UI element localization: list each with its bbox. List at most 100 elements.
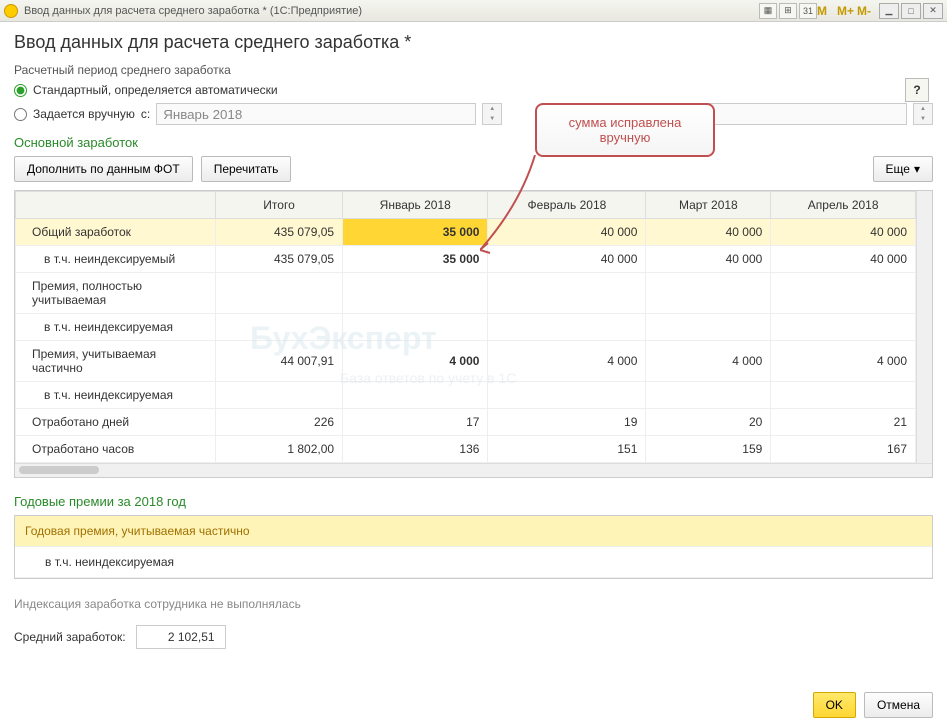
minimize-button[interactable]: ▁ <box>879 3 899 19</box>
table-cell[interactable]: 167 <box>771 436 916 463</box>
table-cell[interactable]: 1 802,00 <box>216 436 343 463</box>
table-cell[interactable]: 40 000 <box>646 246 771 273</box>
table-cell[interactable]: 435 079,05 <box>216 219 343 246</box>
table-row[interactable]: в т.ч. неиндексируемый435 079,0535 00040… <box>16 246 916 273</box>
radio-auto-label: Стандартный, определяется автоматически <box>33 83 278 97</box>
table-cell[interactable]: 40 000 <box>771 219 916 246</box>
period-label: Расчетный период среднего заработка <box>14 63 933 77</box>
calculator-icon[interactable]: ⊞ <box>779 3 797 19</box>
table-header: Апрель 2018 <box>771 192 916 219</box>
calendar-icon[interactable]: 31 <box>799 3 817 19</box>
table-cell[interactable] <box>646 273 771 314</box>
table-cell[interactable]: 19 <box>488 409 646 436</box>
table-cell[interactable]: 4 000 <box>343 341 488 382</box>
table-cell[interactable] <box>216 314 343 341</box>
table-header <box>16 192 216 219</box>
section-premium-title: Годовые премии за 2018 год <box>14 494 933 509</box>
page-title: Ввод данных для расчета среднего заработ… <box>14 32 933 53</box>
table-row[interactable]: Отработано часов1 802,00136151159167 <box>16 436 916 463</box>
avg-label: Средний заработок: <box>14 630 126 644</box>
table-cell[interactable]: 20 <box>646 409 771 436</box>
table-cell[interactable]: 226 <box>216 409 343 436</box>
table-cell[interactable]: 21 <box>771 409 916 436</box>
row-label: Общий заработок <box>16 219 216 246</box>
table-header: Январь 2018 <box>343 192 488 219</box>
more-button[interactable]: Еще ▾ <box>873 156 933 182</box>
indexation-note: Индексация заработка сотрудника не выпол… <box>14 597 933 611</box>
from-label: с: <box>141 107 150 121</box>
table-cell[interactable]: 136 <box>343 436 488 463</box>
table-row[interactable]: в т.ч. неиндексируемая <box>16 382 916 409</box>
section-main-title: Основной заработок <box>14 135 933 150</box>
memory-mplus-button[interactable]: M+ <box>837 4 857 18</box>
table-cell[interactable] <box>771 273 916 314</box>
row-label: в т.ч. неиндексируемая <box>16 382 216 409</box>
table-row[interactable]: в т.ч. неиндексируемая <box>16 314 916 341</box>
table-cell[interactable] <box>646 314 771 341</box>
close-button[interactable]: ✕ <box>923 3 943 19</box>
memory-m-button[interactable]: M <box>817 4 837 18</box>
table-cell[interactable] <box>216 382 343 409</box>
row-label: Премия, учитываемая частично <box>16 341 216 382</box>
table-row[interactable]: Отработано дней22617192021 <box>16 409 916 436</box>
table-cell[interactable] <box>646 382 771 409</box>
table-cell[interactable]: 35 000 <box>343 246 488 273</box>
table-cell[interactable]: 4 000 <box>646 341 771 382</box>
premium-table: Годовая премия, учитываемая частично в т… <box>14 515 933 579</box>
titlebar: Ввод данных для расчета среднего заработ… <box>0 0 947 22</box>
radio-manual-label: Задается вручную <box>33 107 135 121</box>
table-cell[interactable] <box>343 382 488 409</box>
row-label: в т.ч. неиндексируемый <box>16 246 216 273</box>
horizontal-scrollbar[interactable] <box>15 463 932 477</box>
table-cell[interactable]: 151 <box>488 436 646 463</box>
maximize-button[interactable]: □ <box>901 3 921 19</box>
table-cell[interactable]: 4 000 <box>488 341 646 382</box>
table-cell[interactable] <box>488 314 646 341</box>
toolbar-icon-1[interactable]: ▦ <box>759 3 777 19</box>
row-label: в т.ч. неиндексируемая <box>16 314 216 341</box>
window-title: Ввод данных для расчета среднего заработ… <box>24 5 362 17</box>
cancel-button[interactable]: Отмена <box>864 692 933 718</box>
period-from-input[interactable] <box>156 103 476 125</box>
table-row[interactable]: Премия, учитываемая частично44 007,914 0… <box>16 341 916 382</box>
table-cell[interactable] <box>488 382 646 409</box>
premium-sub-row[interactable]: в т.ч. неиндексируемая <box>15 547 932 578</box>
table-header: Итого <box>216 192 343 219</box>
table-cell[interactable] <box>343 314 488 341</box>
table-cell[interactable]: 17 <box>343 409 488 436</box>
table-cell[interactable]: 159 <box>646 436 771 463</box>
vertical-scrollbar[interactable] <box>916 191 932 463</box>
avg-value: 2 102,51 <box>136 625 226 649</box>
table-row[interactable]: Премия, полностью учитываемая <box>16 273 916 314</box>
main-earnings-table: ИтогоЯнварь 2018Февраль 2018Март 2018Апр… <box>14 190 933 478</box>
table-cell[interactable]: 40 000 <box>646 219 771 246</box>
table-cell[interactable]: 40 000 <box>771 246 916 273</box>
table-cell[interactable]: 40 000 <box>488 219 646 246</box>
help-button[interactable]: ? <box>905 78 929 102</box>
period-to-spinner[interactable]: ▲▼ <box>913 103 933 125</box>
table-cell[interactable] <box>343 273 488 314</box>
table-cell[interactable]: 44 007,91 <box>216 341 343 382</box>
ok-button[interactable]: OK <box>813 692 856 718</box>
table-cell[interactable]: 4 000 <box>771 341 916 382</box>
row-label: Отработано дней <box>16 409 216 436</box>
table-cell[interactable]: 435 079,05 <box>216 246 343 273</box>
period-from-spinner[interactable]: ▲▼ <box>482 103 502 125</box>
table-cell[interactable]: 35 000 <box>343 219 488 246</box>
table-cell[interactable] <box>216 273 343 314</box>
premium-header-row[interactable]: Годовая премия, учитываемая частично <box>15 516 932 547</box>
recalc-button[interactable]: Перечитать <box>201 156 292 182</box>
table-cell[interactable] <box>771 314 916 341</box>
table-cell[interactable] <box>771 382 916 409</box>
app-icon <box>4 4 18 18</box>
chevron-down-icon: ▾ <box>914 162 920 176</box>
table-header: Февраль 2018 <box>488 192 646 219</box>
memory-mminus-button[interactable]: M- <box>857 4 877 18</box>
table-row[interactable]: Общий заработок435 079,0535 00040 00040 … <box>16 219 916 246</box>
table-cell[interactable]: 40 000 <box>488 246 646 273</box>
callout-tooltip: сумма исправлена вручную <box>535 103 715 157</box>
radio-manual[interactable] <box>14 108 27 121</box>
add-fot-button[interactable]: Дополнить по данным ФОТ <box>14 156 193 182</box>
radio-auto[interactable] <box>14 84 27 97</box>
table-cell[interactable] <box>488 273 646 314</box>
